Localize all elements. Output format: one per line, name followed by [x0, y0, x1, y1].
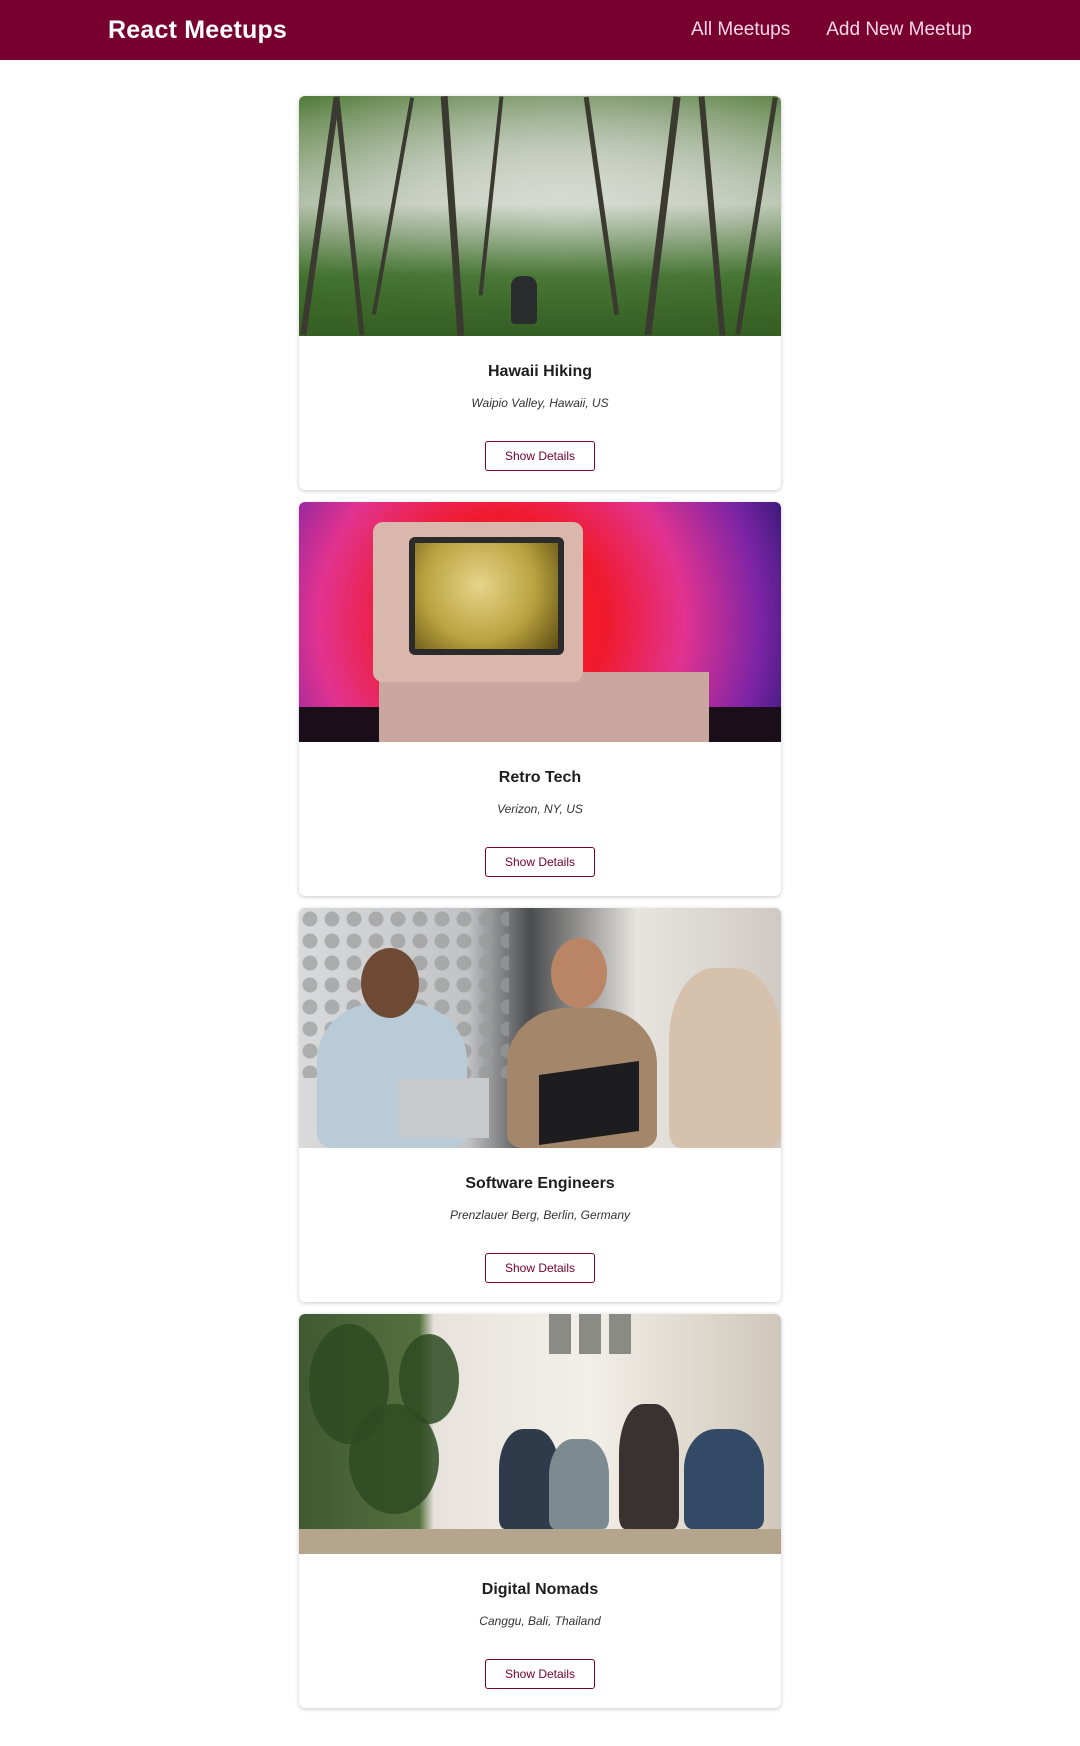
meetup-actions: Show Details: [299, 1253, 781, 1283]
meetup-title: Software Engineers: [465, 1175, 615, 1192]
meetup-address: Waipio Valley, Hawaii, US: [471, 396, 609, 410]
main-navigation: All Meetups Add New Meetup: [691, 19, 972, 41]
show-details-button[interactable]: Show Details: [485, 441, 595, 471]
app-logo[interactable]: React Meetups: [108, 16, 287, 45]
meetup-list: Hawaii Hiking Waipio Valley, Hawaii, US …: [299, 96, 781, 1720]
meetup-content: Retro Tech Verizon, NY, US: [299, 742, 781, 818]
meetup-actions: Show Details: [299, 441, 781, 471]
show-details-button[interactable]: Show Details: [485, 1659, 595, 1689]
meetup-address: Prenzlauer Berg, Berlin, Germany: [449, 1208, 631, 1222]
meetup-title: Digital Nomads: [481, 1581, 599, 1598]
meetup-content: Software Engineers Prenzlauer Berg, Berl…: [299, 1148, 781, 1224]
meetup-image-retro: [299, 502, 781, 742]
nav-all-meetups[interactable]: All Meetups: [691, 19, 790, 41]
meetup-actions: Show Details: [299, 847, 781, 877]
show-details-button[interactable]: Show Details: [485, 847, 595, 877]
meetup-card: Retro Tech Verizon, NY, US Show Details: [299, 502, 781, 896]
meetup-image-coworking: [299, 1314, 781, 1554]
meetup-title: Retro Tech: [498, 769, 582, 786]
meetup-image-forest: [299, 96, 781, 336]
nav-add-new-meetup[interactable]: Add New Meetup: [826, 19, 972, 41]
meetup-card: Hawaii Hiking Waipio Valley, Hawaii, US …: [299, 96, 781, 490]
meetup-address: Canggu, Bali, Thailand: [479, 1614, 601, 1628]
meetup-card: Software Engineers Prenzlauer Berg, Berl…: [299, 908, 781, 1302]
meetup-actions: Show Details: [299, 1659, 781, 1689]
meetup-content: Hawaii Hiking Waipio Valley, Hawaii, US: [299, 336, 781, 412]
main-header: React Meetups All Meetups Add New Meetup: [0, 0, 1080, 60]
meetup-image-office: [299, 908, 781, 1148]
meetup-card: Digital Nomads Canggu, Bali, Thailand Sh…: [299, 1314, 781, 1708]
meetup-title: Hawaii Hiking: [487, 363, 593, 380]
meetup-address: Verizon, NY, US: [497, 802, 583, 816]
meetup-content: Digital Nomads Canggu, Bali, Thailand: [299, 1554, 781, 1630]
show-details-button[interactable]: Show Details: [485, 1253, 595, 1283]
